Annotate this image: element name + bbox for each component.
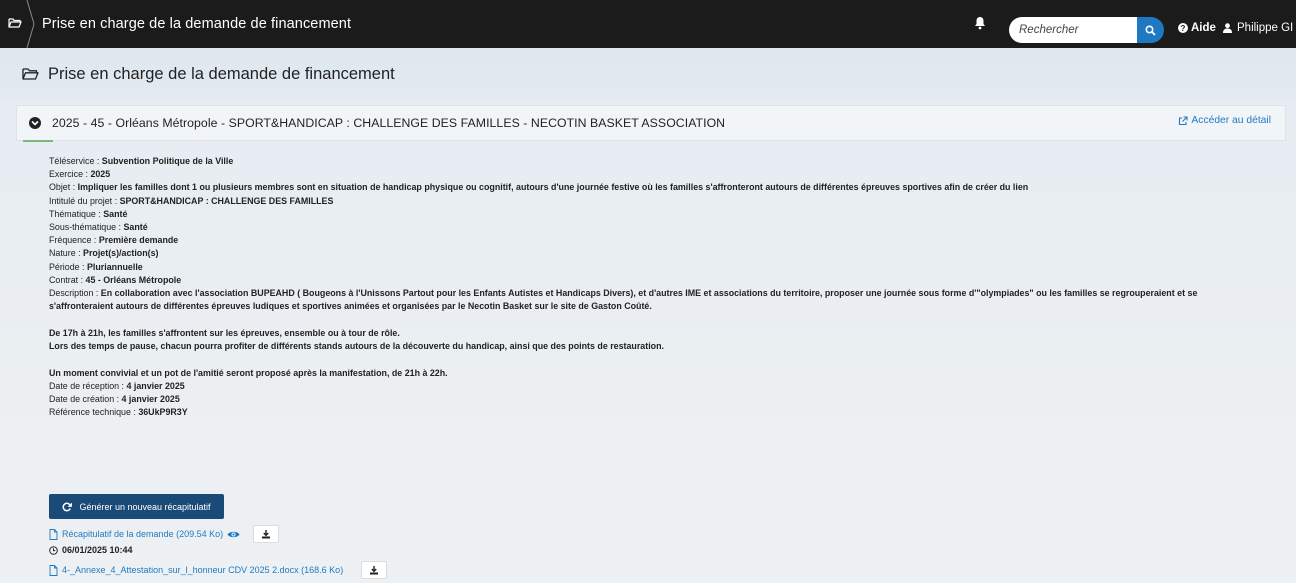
summary-file-row: Récapitulatif de la demande (209.54 Ko) — [49, 525, 280, 543]
field-label: Contrat : — [49, 274, 86, 285]
description-paragraph: Un moment convivial et un pot de l'amiti… — [49, 367, 1279, 380]
field-label: Description : — [49, 288, 101, 299]
field-label: Objet : — [49, 182, 78, 193]
external-link-icon — [1179, 115, 1188, 125]
field-value: Santé — [123, 222, 148, 233]
field-frequence: Fréquence : Première demande — [49, 234, 1279, 247]
description-paragraph: Lors des temps de pause, chacun pourra p… — [49, 340, 1279, 353]
field-value: 4 janvier 2025 — [126, 381, 185, 392]
generated-timestamp: 06/01/2025 10:44 — [49, 545, 133, 555]
refresh-icon — [62, 502, 73, 511]
field-label: Téléservice : — [49, 156, 102, 166]
download-icon — [262, 530, 271, 539]
folder-open-icon — [8, 17, 26, 32]
file-icon — [49, 528, 58, 540]
description-line: s'affronteraient autours de différentes … — [49, 301, 652, 312]
app-title: Prise en charge de la demande de finance… — [42, 16, 352, 32]
search-input[interactable] — [1009, 17, 1137, 43]
field-value: 2025 — [90, 169, 111, 180]
field-label: Sous-thématique : — [49, 222, 124, 233]
field-label: Fréquence : — [49, 235, 99, 246]
description-line: Lors des temps de pause, chacun pourra p… — [49, 341, 664, 352]
field-value: 45 - Orléans Métropole — [85, 274, 182, 285]
field-sous-thematique: Sous-thématique : Santé — [49, 221, 1279, 234]
field-label: Date de création : — [49, 394, 122, 405]
annex-file-row: 4-_Annexe_4_Attestation_sur_l_honneur CD… — [49, 561, 388, 579]
help-label: Aide — [1191, 22, 1216, 34]
field-date-reception: Date de réception : 4 janvier 2025 — [49, 380, 1279, 393]
clock-icon — [49, 545, 58, 555]
field-label: Thématique : — [49, 208, 104, 219]
field-reference: Référence technique : 36UkP9R3Y — [49, 406, 1279, 419]
field-description: Description : En collaboration avec l'as… — [49, 287, 1279, 300]
field-value: SPORT&HANDICAP : CHALLENGE DES FAMILLES — [119, 195, 334, 206]
page-header: Prise en charge de la demande de finance… — [0, 48, 1296, 100]
generate-summary-label: Générer un nouveau récapitulatif — [79, 501, 211, 512]
field-periode: Période : Pluriannuelle — [49, 261, 1279, 274]
bell-icon[interactable] — [974, 16, 988, 32]
timestamp-value: 06/01/2025 10:44 — [62, 545, 133, 555]
view-detail-link[interactable]: Accéder au détail — [1178, 115, 1271, 126]
view-detail-label: Accéder au détail — [1191, 115, 1271, 126]
user-menu[interactable]: Philippe GI — [1223, 22, 1293, 34]
annex-file-link[interactable]: 4-_Annexe_4_Attestation_sur_l_honneur CD… — [62, 565, 343, 575]
panel-accent-line — [23, 140, 53, 142]
search-icon — [1145, 24, 1156, 36]
description-paragraph: De 17h à 21h, les familles s'affrontent … — [49, 327, 1279, 340]
field-label: Période : — [49, 261, 87, 272]
field-label: Intitulé du projet : — [49, 195, 120, 206]
field-value: Pluriannuelle — [87, 261, 143, 272]
eye-icon[interactable] — [227, 530, 240, 539]
field-value: 4 janvier 2025 — [121, 394, 180, 405]
field-exercice: Exercice : 2025 — [49, 168, 1279, 181]
field-nature: Nature : Projet(s)/action(s) — [49, 247, 1279, 260]
user-icon — [1223, 23, 1232, 33]
field-label: Nature : — [49, 248, 84, 259]
folder-open-icon — [22, 68, 39, 80]
field-thematique: Thématique : Santé — [49, 208, 1279, 221]
description-line: Un moment convivial et un pot de l'amiti… — [49, 367, 448, 378]
field-value: 36UkP9R3Y — [138, 407, 188, 418]
top-navbar: Prise en charge de la demande de finance… — [0, 0, 1296, 48]
svg-text:?: ? — [1181, 24, 1186, 33]
field-value: Subvention Politique de la Ville — [101, 156, 234, 166]
chevron-down-circle-icon[interactable] — [29, 117, 41, 129]
download-icon — [370, 566, 379, 575]
description-line: De 17h à 21h, les familles s'affrontent … — [49, 327, 400, 338]
field-value: Projet(s)/action(s) — [83, 248, 159, 259]
download-summary-button[interactable] — [253, 525, 280, 543]
field-value: Première demande — [98, 235, 179, 246]
field-label: Exercice : — [49, 169, 91, 180]
generate-summary-button[interactable]: Générer un nouveau récapitulatif — [49, 494, 224, 519]
download-annex-button[interactable] — [361, 561, 388, 579]
question-circle-icon: ? — [1178, 23, 1188, 33]
request-panel-header[interactable]: 2025 - 45 - Orléans Métropole - SPORT&HA… — [16, 105, 1286, 142]
field-label: Référence technique : — [49, 407, 139, 418]
brand[interactable]: Prise en charge de la demande de finance… — [0, 0, 351, 48]
file-icon — [49, 564, 58, 576]
request-title: 2025 - 45 - Orléans Métropole - SPORT&HA… — [52, 116, 726, 130]
field-teleservice: Téléservice : Subvention Politique de la… — [49, 155, 1279, 168]
field-label: Date de réception : — [49, 381, 127, 392]
search-box — [1009, 17, 1164, 43]
summary-file-link[interactable]: Récapitulatif de la demande (209.54 Ko) — [62, 529, 223, 539]
field-value: Impliquer les familles dont 1 ou plusieu… — [77, 182, 1029, 193]
field-contrat: Contrat : 45 - Orléans Métropole — [49, 274, 1279, 287]
field-objet: Objet : Impliquer les familles dont 1 ou… — [49, 181, 1279, 194]
field-value: Santé — [103, 208, 128, 219]
help-link[interactable]: ? Aide — [1178, 22, 1216, 34]
request-details: Téléservice : Subvention Politique de la… — [49, 155, 1279, 420]
user-name: Philippe GI — [1237, 22, 1294, 34]
page-title: Prise en charge de la demande de finance… — [48, 64, 395, 83]
breadcrumb-chevron-icon — [26, 0, 35, 48]
field-date-creation: Date de création : 4 janvier 2025 — [49, 393, 1279, 406]
search-button[interactable] — [1137, 17, 1164, 43]
description-line: En collaboration avec l'association BUPE… — [100, 288, 1198, 299]
description-continuation: s'affronteraient autours de différentes … — [49, 300, 1279, 313]
field-intitule: Intitulé du projet : SPORT&HANDICAP : CH… — [49, 195, 1279, 208]
